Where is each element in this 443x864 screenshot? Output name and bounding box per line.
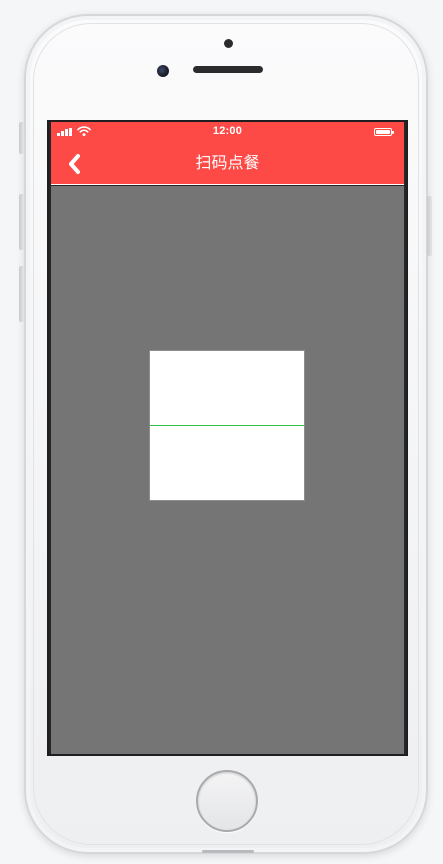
scan-frame [149, 350, 305, 501]
page-title: 扫码点餐 [195, 155, 260, 172]
nav-bar: 扫码点餐 [51, 142, 404, 185]
chevron-left-icon [69, 154, 80, 174]
power-button [427, 196, 432, 256]
earpiece-speaker [193, 66, 263, 73]
bottom-edge-mark [202, 850, 254, 853]
volume-down-button [19, 266, 24, 322]
back-button[interactable] [61, 149, 87, 179]
status-bar: 12:00 [51, 122, 404, 142]
front-camera-icon [157, 65, 169, 77]
status-time: 12:00 [212, 125, 243, 137]
scanner-viewport [51, 186, 404, 754]
page: 12:00 扫码点餐 [0, 0, 443, 864]
phone-screen: 12:00 扫码点餐 [47, 120, 408, 756]
scan-line [150, 425, 304, 426]
proximity-sensor [224, 39, 233, 48]
volume-up-button [19, 194, 24, 250]
battery-full-icon [374, 128, 394, 136]
home-button[interactable] [196, 770, 258, 832]
mute-switch [19, 122, 24, 154]
